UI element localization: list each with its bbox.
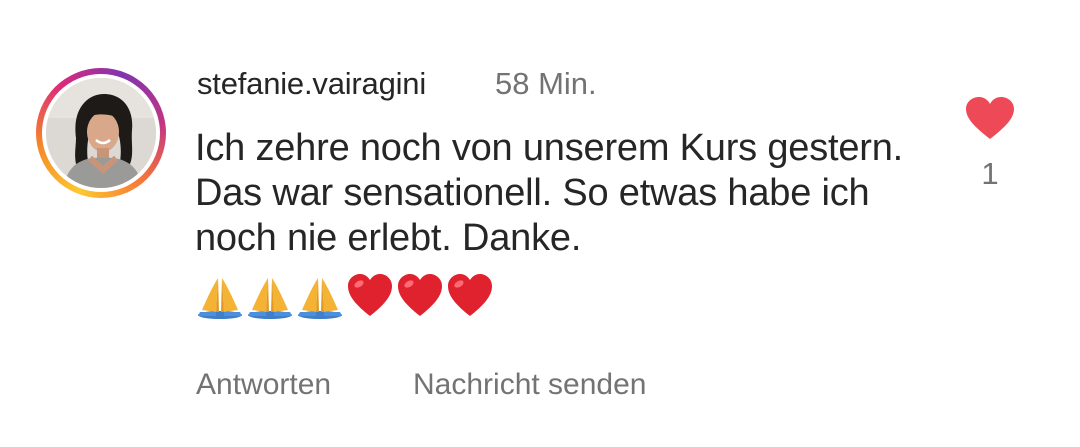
avatar[interactable] bbox=[46, 78, 156, 188]
story-ring[interactable] bbox=[36, 68, 166, 198]
like-count: 1 bbox=[981, 156, 999, 191]
red-heart-emoji bbox=[348, 274, 392, 316]
folded-hands-emoji bbox=[248, 278, 292, 319]
red-heart-emoji bbox=[398, 274, 442, 316]
like-heart-icon[interactable] bbox=[964, 96, 1016, 140]
comment-emoji-row bbox=[196, 272, 494, 320]
send-message-button[interactable]: Nachricht senden bbox=[413, 368, 646, 402]
comment-item: stefanie.vairagini 58 Min. Ich zehre noc… bbox=[0, 0, 1080, 447]
folded-hands-emoji bbox=[298, 278, 342, 319]
avatar-photo-icon bbox=[46, 78, 156, 188]
reply-button[interactable]: Antworten bbox=[196, 368, 331, 402]
comment-timestamp: 58 Min. bbox=[495, 66, 597, 101]
comment-text: Ich zehre noch von unserem Kurs gestern.… bbox=[195, 127, 904, 259]
comment-username[interactable]: stefanie.vairagini bbox=[197, 66, 426, 102]
red-heart-emoji bbox=[448, 274, 492, 316]
folded-hands-emoji bbox=[198, 278, 242, 319]
